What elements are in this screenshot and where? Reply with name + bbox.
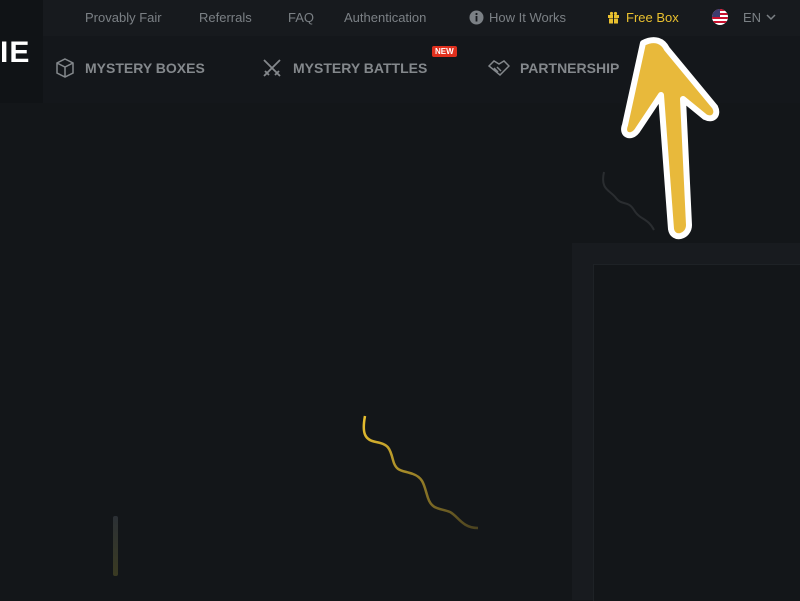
annotation-arrow-icon (621, 37, 720, 240)
decorative-bar (113, 516, 118, 576)
free-box-link[interactable]: Free Box (626, 10, 679, 25)
us-flag-icon (712, 9, 728, 25)
authentication-link[interactable]: Authentication (344, 10, 426, 25)
cube-icon (56, 58, 74, 78)
squiggle-decoration-yellow (362, 415, 479, 530)
chevron-down-icon[interactable] (766, 14, 776, 21)
crossed-swords-icon (263, 59, 281, 77)
faq-link[interactable]: FAQ (288, 10, 314, 25)
provably-fair-link[interactable]: Provably Fair (85, 10, 162, 25)
nav-mystery-battles[interactable]: MYSTERY BATTLES (293, 60, 427, 76)
nav-mystery-boxes[interactable]: MYSTERY BOXES (85, 60, 205, 76)
handshake-icon (488, 60, 510, 77)
referrals-link[interactable]: Referrals (199, 10, 252, 25)
how-it-works-link[interactable]: How It Works (489, 10, 566, 25)
info-icon (469, 10, 484, 25)
language-selector[interactable]: EN (743, 10, 761, 25)
gift-icon (608, 11, 619, 24)
new-badge: NEW (432, 46, 457, 57)
side-panel-content (593, 264, 800, 601)
nav-partnership[interactable]: PARTNERSHIP (520, 60, 619, 76)
site-logo[interactable]: IE (0, 36, 30, 70)
